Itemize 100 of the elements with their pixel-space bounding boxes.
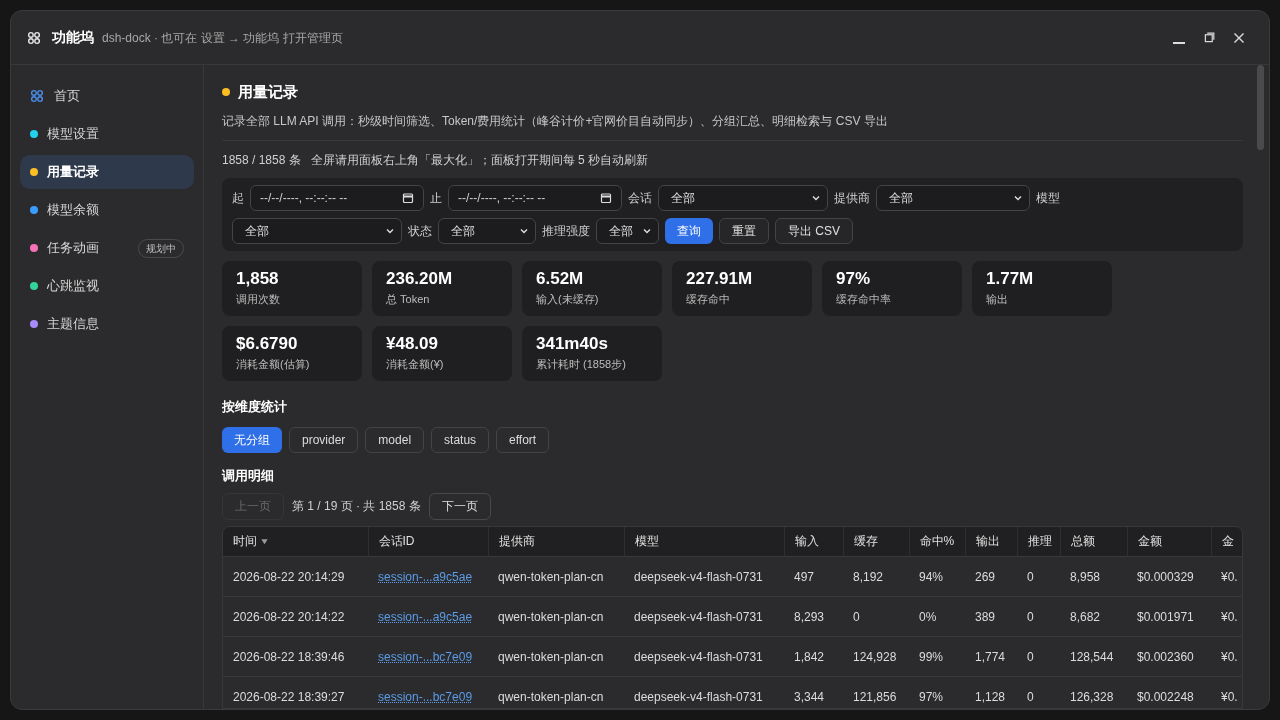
column-header[interactable]: 缓存 [843, 526, 909, 557]
table-cell: 2026-08-22 20:14:29 [223, 556, 368, 597]
sidebar-item[interactable]: 首页 [20, 79, 194, 113]
table-cell: 269 [965, 556, 1017, 597]
select-field[interactable]: 全部 [232, 217, 402, 244]
refresh-hint: 全屏请用面板右上角「最大化」；面板打开期间每 5 秒自动刷新 [310, 151, 649, 169]
table-cell: 3,344 [784, 676, 843, 708]
stat-label: 累计耗时 (1858步) [536, 356, 626, 372]
session-link[interactable]: session-...bc7e09 [378, 689, 473, 704]
group-option[interactable]: 无分组 [222, 427, 282, 453]
group-option[interactable]: effort [496, 427, 550, 453]
table-cell: 0 [1017, 556, 1060, 597]
calendar-icon [402, 191, 414, 204]
table-cell: 2026-08-22 18:39:46 [223, 636, 368, 677]
column-header[interactable]: 金 [1211, 526, 1242, 557]
select-field[interactable]: 全部 [876, 184, 1030, 211]
app-icon [27, 30, 41, 45]
sidebar-item[interactable]: 心跳监视 [20, 269, 194, 303]
stat-value: 1.77M [986, 268, 1034, 289]
table-cell: qwen-token-plan-cn [488, 556, 624, 597]
table-cell: 128,544 [1060, 636, 1127, 677]
table-cell: 497 [784, 556, 843, 597]
session-link[interactable]: session-...a9c5ae [378, 569, 473, 584]
window-subtitle: dsh-dock · 也可在 设置 → 功能坞 打开管理页 [102, 29, 343, 47]
restore-icon [1203, 32, 1215, 43]
close-icon [1233, 31, 1245, 44]
stat-label: 输入(未缓存) [536, 291, 599, 307]
action-button[interactable]: 导出 CSV [775, 217, 853, 244]
sidebar-item[interactable]: 模型余额 [20, 193, 194, 227]
stat-label: 消耗金额(估算) [236, 356, 310, 372]
session-link[interactable]: session-...a9c5ae [378, 609, 473, 624]
table-cell: 1,842 [784, 636, 843, 677]
table-cell: 1,128 [965, 676, 1017, 708]
stat-value: 6.52M [536, 268, 584, 289]
filter-label: 会话 [628, 189, 652, 207]
filter-label: 提供商 [834, 189, 870, 207]
column-header[interactable]: 提供商 [488, 526, 624, 557]
home-icon [30, 89, 44, 103]
table-cell: 8,192 [843, 556, 909, 597]
date-field[interactable]: --/--/----, --:--:-- -- [448, 184, 622, 211]
filter-label: 状态 [408, 222, 432, 240]
table-cell: qwen-token-plan-cn [488, 676, 624, 708]
column-header[interactable]: 命中% [909, 526, 965, 557]
column-header[interactable]: 输入 [784, 526, 843, 557]
table-cell: 94% [909, 556, 965, 597]
stat-label: 调用次数 [236, 291, 280, 307]
stat-label: 消耗金额(¥) [386, 356, 444, 372]
group-option[interactable]: provider [289, 427, 359, 453]
table-cell: 97% [909, 676, 965, 708]
table-cell: 2026-08-22 20:14:22 [223, 596, 368, 637]
column-header[interactable]: 推理 [1017, 526, 1060, 557]
table-cell: 8,958 [1060, 556, 1127, 597]
filter-label: 推理强度 [542, 222, 590, 240]
column-header[interactable]: 模型 [624, 526, 784, 557]
table-cell: 2026-08-22 18:39:27 [223, 676, 368, 708]
column-header[interactable]: 会话ID [368, 526, 488, 557]
table-cell: 121,856 [843, 676, 909, 708]
stat-label: 总 Token [386, 291, 430, 307]
stat-value: 97% [836, 268, 871, 289]
column-header[interactable]: 时间 [223, 526, 368, 557]
stat-value: $6.6790 [236, 333, 298, 354]
session-link[interactable]: session-...bc7e09 [378, 649, 473, 664]
page-description: 记录全部 LLM API 调用：秒级时间筛选、Token/费用统计（峰谷计价+官网价目自动同步）、分组汇总、明细检索与 CSV 导出 [222, 111, 1243, 141]
table-cell: 1,774 [965, 636, 1017, 677]
window-title: 功能坞 [52, 28, 94, 47]
sidebar-item[interactable]: 主题信息 [20, 307, 194, 341]
page-button[interactable]: 下一页 [428, 492, 491, 520]
action-button[interactable]: 重置 [719, 217, 769, 244]
record-count: 1858 / 1858 条 [222, 151, 301, 169]
group-option[interactable]: model [365, 427, 425, 453]
sidebar-item[interactable]: 任务动画 规划中 [20, 231, 194, 265]
page-info: 第 1 / 19 页 · 共 1858 条 [292, 498, 421, 515]
minimize-icon [1173, 41, 1185, 44]
stat-value: 227.91M [686, 268, 753, 289]
table-cell: ¥0. [1211, 556, 1242, 597]
group-option[interactable]: status [431, 427, 490, 453]
query-button[interactable]: 查询 [665, 217, 713, 244]
date-field[interactable]: --/--/----, --:--:-- -- [250, 184, 424, 211]
sidebar-item[interactable]: 用量记录 [20, 155, 194, 189]
table-cell: $0.002248 [1127, 676, 1211, 708]
select-field[interactable]: 全部 [658, 184, 828, 211]
select-field[interactable]: 全部 [596, 217, 659, 244]
select-field[interactable]: 全部 [438, 217, 536, 244]
section-title: 按维度统计 [222, 397, 288, 416]
table-cell: ¥0. [1211, 676, 1242, 708]
stat-value: 1,858 [236, 268, 279, 289]
scrollbar-thumb[interactable] [1257, 65, 1264, 150]
table-cell: 389 [965, 596, 1017, 637]
table-cell: 0% [909, 596, 965, 637]
table-cell: deepseek-v4-flash-0731 [624, 596, 784, 637]
column-header[interactable]: 输出 [965, 526, 1017, 557]
table-cell: 8,682 [1060, 596, 1127, 637]
column-header[interactable]: 总额 [1060, 526, 1127, 557]
table-cell: 0 [843, 596, 909, 637]
sidebar-item[interactable]: 模型设置 [20, 117, 194, 151]
column-header[interactable]: 金额 [1127, 526, 1211, 557]
filter-label: 止 [430, 189, 442, 207]
stat-label: 输出 [986, 291, 1008, 307]
table-cell: deepseek-v4-flash-0731 [624, 676, 784, 708]
table-cell: qwen-token-plan-cn [488, 596, 624, 637]
